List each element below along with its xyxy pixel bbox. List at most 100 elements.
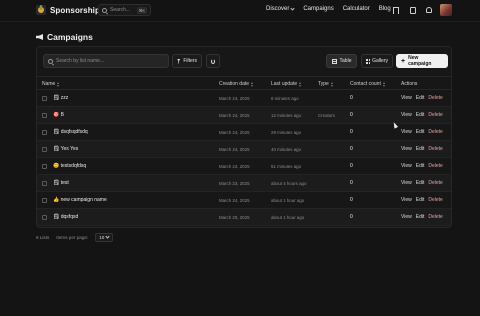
sort-icon	[382, 81, 386, 87]
document-icon[interactable]	[410, 7, 416, 14]
view-button[interactable]: View	[401, 95, 412, 101]
creation-date: March 24, 2025	[219, 164, 250, 169]
gallery-view-label: Gallery	[372, 58, 388, 64]
column-creation-date[interactable]: Creation date	[219, 81, 254, 87]
view-button[interactable]: View	[401, 146, 412, 152]
row-checkbox[interactable]	[42, 147, 47, 152]
delete-button[interactable]: Delete	[428, 112, 442, 118]
nav-discover-label: Discover	[266, 6, 290, 12]
edit-button[interactable]: Edit	[416, 95, 425, 101]
gallery-view-button[interactable]: Gallery	[361, 54, 393, 68]
new-campaign-button[interactable]: + New campaign	[396, 54, 448, 68]
search-shortcut: ⌘K	[136, 6, 147, 14]
table-footer: 8 Lists Items per page: 10	[36, 233, 114, 242]
edit-button[interactable]: Edit	[416, 214, 425, 220]
table-row[interactable]: 🎯 B March 24, 2025 12 minutes ago Creators 0…	[37, 107, 451, 124]
edit-button[interactable]: Edit	[416, 163, 425, 169]
delete-button[interactable]: Delete	[428, 214, 442, 220]
campaign-name[interactable]: 🎯 B	[53, 112, 64, 118]
row-checkbox[interactable]	[42, 96, 47, 101]
global-search[interactable]: Search... ⌘K	[98, 4, 151, 16]
delete-button[interactable]: Delete	[428, 163, 442, 169]
row-checkbox[interactable]	[42, 198, 47, 203]
delete-button[interactable]: Delete	[428, 129, 442, 135]
table-row[interactable]: 🗒 test March 23, 2025 about 4 hours ago 0 Vi…	[37, 175, 451, 192]
view-button[interactable]: View	[401, 112, 412, 118]
edit-button[interactable]: Edit	[416, 197, 425, 203]
row-checkbox[interactable]	[42, 113, 47, 118]
row-actions: View Edit Delete	[401, 163, 443, 169]
contact-count: 0	[350, 163, 353, 169]
creation-date: March 23, 2025	[219, 181, 250, 186]
nav-blog-label: Blog	[378, 6, 391, 12]
last-update: about 4 hours ago	[271, 181, 307, 186]
table-row[interactable]: 😊 testsdqfdsq March 24, 2025 51 minutes ag…	[37, 158, 451, 175]
delete-button[interactable]: Delete	[428, 146, 442, 152]
reset-button[interactable]	[206, 54, 220, 68]
edit-button[interactable]: Edit	[416, 129, 425, 135]
campaign-name[interactable]: 🗒 zzz	[53, 95, 68, 101]
edit-button[interactable]: Edit	[416, 146, 425, 152]
bell-icon[interactable]	[426, 7, 432, 13]
search-icon	[48, 58, 53, 64]
campaign-name[interactable]: 🗒 dsqfsqdfsdq	[53, 129, 88, 135]
view-button[interactable]: View	[401, 180, 412, 186]
sort-icon	[299, 81, 302, 87]
table-row[interactable]: 🗒 zzz March 24, 2025 8 minutes ago 0 View Edi…	[37, 90, 451, 107]
table-row[interactable]: 🗒 dsqfsqdfsdq March 24, 2025 29 minutes ag…	[37, 124, 451, 141]
edit-button[interactable]: Edit	[416, 112, 425, 118]
last-update: 40 minutes ago	[271, 147, 302, 152]
table-row[interactable]: 🗒 Yes Yes March 24, 2025 40 minutes ago 0 Vi…	[37, 141, 451, 158]
avatar[interactable]	[440, 4, 452, 16]
brand[interactable]: Sponsorship	[36, 5, 100, 15]
edit-button[interactable]: Edit	[416, 180, 425, 186]
table-row[interactable]: 👍 new campaign name March 24, 2025 about 1…	[37, 192, 451, 209]
creation-date: March 24, 2025	[219, 130, 250, 135]
contact-count: 0	[350, 129, 353, 135]
search-icon	[102, 7, 107, 13]
row-checkbox[interactable]	[42, 215, 47, 220]
column-contact-count[interactable]: Contact count	[350, 81, 386, 87]
view-button[interactable]: View	[401, 197, 412, 203]
refresh-icon	[211, 58, 215, 64]
list-search-input[interactable]: Search by list name...	[43, 54, 169, 68]
items-per-page-value: 10	[99, 235, 105, 240]
view-button[interactable]: View	[401, 163, 412, 169]
row-checkbox[interactable]	[42, 130, 47, 135]
bookmark-icon[interactable]	[393, 7, 399, 15]
nav-discover[interactable]: Discover	[266, 5, 295, 12]
row-checkbox[interactable]	[42, 164, 47, 169]
nav-calculator[interactable]: Calculator	[343, 6, 370, 12]
column-type-label: Type	[318, 81, 329, 87]
sort-icon	[330, 81, 334, 87]
last-update: about 1 hour ago	[271, 215, 305, 220]
campaign-name[interactable]: 🗒 Yes Yes	[53, 146, 78, 152]
view-button[interactable]: View	[401, 129, 412, 135]
row-actions: View Edit Delete	[401, 180, 443, 186]
delete-button[interactable]: Delete	[428, 95, 442, 101]
campaign-name[interactable]: 🗒 test	[53, 180, 69, 186]
delete-button[interactable]: Delete	[428, 180, 442, 186]
items-per-page-select[interactable]: 10	[95, 233, 114, 242]
campaign-name[interactable]: 👍 new campaign name	[53, 197, 107, 203]
column-name[interactable]: Name	[42, 81, 60, 87]
table-view-label: Table	[339, 58, 352, 64]
delete-button[interactable]: Delete	[428, 197, 442, 203]
campaign-name[interactable]: 🗒 dqsfqsd	[53, 214, 78, 220]
campaign-type: Creators	[318, 113, 335, 118]
row-checkbox[interactable]	[42, 181, 47, 186]
page-title-text: Campaigns	[47, 32, 93, 42]
column-last-update[interactable]: Last update	[271, 81, 302, 87]
column-type[interactable]: Type	[318, 81, 334, 87]
table-row[interactable]: 🗒 dqsfqsd March 20, 2025 about 1 hour ago 0…	[37, 209, 451, 226]
filters-label: Filters	[183, 58, 197, 64]
table-view-button[interactable]: Table	[326, 54, 357, 68]
last-update: about 1 hour ago	[271, 198, 305, 203]
nav-blog[interactable]: Blog	[379, 6, 391, 12]
nav-campaigns[interactable]: Campaigns	[303, 6, 333, 12]
filters-button[interactable]: Filters	[172, 54, 202, 68]
view-button[interactable]: View	[401, 214, 412, 220]
campaign-name[interactable]: 😊 testsdqfdsq	[53, 163, 86, 169]
main-nav: Discover Campaigns Calculator Blog	[266, 5, 391, 12]
sort-icon	[251, 81, 254, 87]
